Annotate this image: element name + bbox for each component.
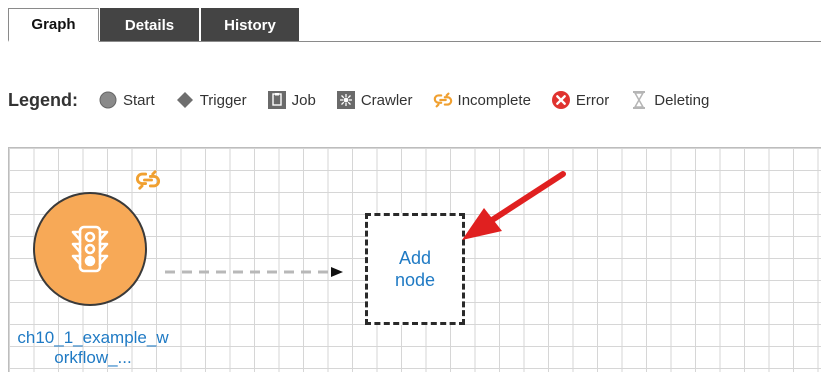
tab-graph[interactable]: Graph <box>8 8 99 42</box>
legend-label: Job <box>291 91 316 109</box>
graph-canvas[interactable]: ch10_1_example_workflow_... Add node <box>8 147 821 372</box>
legend-item-trigger: Trigger <box>175 90 247 110</box>
legend-item-start: Start <box>98 90 155 110</box>
traffic-light-icon <box>71 225 109 273</box>
legend-item-incomplete: Incomplete <box>433 90 531 110</box>
crawler-icon <box>336 90 356 110</box>
tab-details[interactable]: Details <box>100 8 199 42</box>
legend-item-job: Job <box>267 90 316 110</box>
legend-label: Deleting <box>654 91 710 109</box>
hourglass-icon <box>629 90 649 110</box>
legend-item-deleting: Deleting <box>629 90 709 110</box>
tab-history[interactable]: History <box>201 8 299 42</box>
legend-item-error: Error <box>551 90 609 110</box>
legend-item-crawler: Crawler <box>336 90 413 110</box>
broken-link-icon <box>433 90 453 110</box>
tab-divider <box>8 41 821 42</box>
circle-icon <box>98 90 118 110</box>
start-node-label[interactable]: ch10_1_example_workflow_... <box>13 328 173 368</box>
legend: Legend: Start Trigger Job Crawler Incomp… <box>8 86 729 114</box>
broken-link-icon <box>135 168 161 192</box>
legend-label: Incomplete <box>457 91 531 109</box>
error-icon <box>551 90 571 110</box>
job-icon <box>267 90 287 110</box>
tab-bar: Graph Details History <box>0 0 821 44</box>
legend-title: Legend: <box>8 89 78 110</box>
legend-label: Error <box>575 91 610 109</box>
add-node-label: Add node <box>394 248 436 290</box>
legend-label: Trigger <box>199 91 247 109</box>
diamond-icon <box>175 90 195 110</box>
legend-label: Crawler <box>360 91 413 109</box>
add-node-button[interactable]: Add node <box>365 213 465 325</box>
start-node[interactable] <box>33 192 147 306</box>
legend-label: Start <box>123 91 155 109</box>
pending-edge <box>165 267 343 277</box>
